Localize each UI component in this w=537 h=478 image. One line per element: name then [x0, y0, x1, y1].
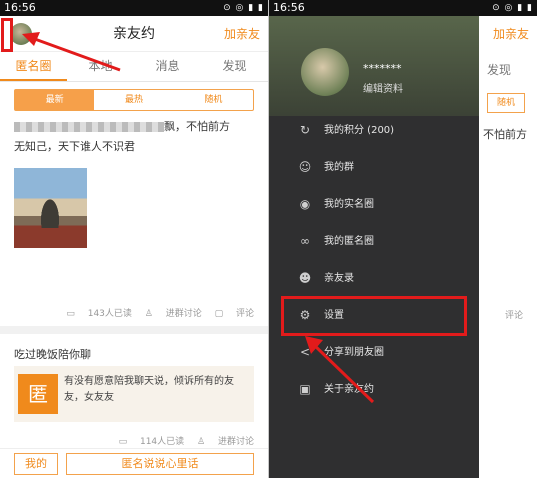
tab-discover[interactable]: 发现 — [487, 61, 511, 78]
menu-item-groups[interactable]: ☺ 我的群 — [269, 149, 479, 186]
menu-item-contacts[interactable]: ☻ 亲友录 — [269, 260, 479, 297]
comment-link[interactable]: 评论 — [505, 308, 523, 321]
points-icon: ↻ — [299, 123, 311, 137]
post-text-tail: 飘，不怕前方 — [164, 120, 230, 133]
add-friend-button[interactable]: 加亲友 — [493, 16, 529, 52]
add-friend-button[interactable]: 加亲友 — [224, 16, 260, 52]
comment-link[interactable]: ▢ 评论 — [215, 309, 254, 319]
status-icons: ⊙ ◎ ▮ ▮ — [492, 3, 533, 13]
feed-screen: 16:56 ⊙ ◎ ▮ ▮ 亲友约 加亲友 匿名圈 本地 消息 发现 最新 最热… — [0, 0, 268, 478]
status-icons: ⊙ ◎ ▮ ▮ — [223, 3, 264, 13]
post-card[interactable]: 匿 有没有愿意陪我聊天说，倾诉所有的友友，女友友 — [14, 366, 254, 422]
tab-discover[interactable]: 发现 — [201, 52, 268, 81]
status-time: 16:56 — [4, 1, 36, 14]
anonymous-badge: 匿 — [18, 374, 58, 414]
username: ******* — [363, 62, 402, 75]
anonymous-post-button[interactable]: 匿名说说心里话 — [66, 453, 254, 475]
annotation-arrow — [22, 32, 121, 72]
tab-messages[interactable]: 消息 — [134, 52, 201, 81]
drawer-screen: 16:56 ⊙ ◎ ▮ ▮ 加亲友 发现 随机 不怕前方 评论 ******* … — [269, 0, 537, 478]
menu-item-real-name-circle[interactable]: ◉ 我的实名圈 — [269, 186, 479, 223]
post-meta: ▭ 143人已读 ♙ 进群讨论 ▢ 评论 — [0, 306, 268, 319]
post-title[interactable]: 吃过晚饭陪你聊 — [14, 346, 91, 362]
eye-icon: ◉ — [299, 197, 311, 211]
read-count: ▭ 143人已读 — [66, 309, 132, 319]
post-meta: ▭ 114人已读 ♙ 进群讨论 — [0, 434, 268, 447]
menu-item-label: 我的群 — [324, 162, 354, 173]
post-text[interactable]: 飘，不怕前方 无知己，天下谁人不识君 — [0, 111, 268, 157]
status-bar: 16:56 ⊙ ◎ ▮ ▮ — [269, 0, 537, 16]
annotation-box — [1, 18, 13, 52]
filter-latest[interactable]: 最新 — [15, 90, 95, 110]
status-time: 16:56 — [273, 1, 305, 14]
menu-item-label: 我的实名圈 — [324, 199, 374, 210]
status-bar: 16:56 ⊙ ◎ ▮ ▮ — [0, 0, 268, 16]
annotation-arrow — [305, 336, 375, 404]
menu-item-label: 我的积分 (200) — [324, 125, 395, 136]
post-text-line2: 无知己，天下谁人不识君 — [14, 140, 135, 153]
edit-profile-link[interactable]: 编辑资料 — [363, 80, 403, 95]
menu-item-label: 我的匿名圈 — [324, 236, 374, 247]
bottom-bar: 我的 匿名说说心里话 — [0, 448, 268, 478]
contact-icon: ☻ — [298, 271, 312, 285]
post-text: 不怕前方 — [483, 128, 527, 141]
join-group-link[interactable]: ♙ 进群讨论 — [197, 437, 254, 447]
read-count: ▭ 114人已读 — [118, 437, 185, 447]
join-group-link[interactable]: ♙ 进群讨论 — [145, 309, 202, 319]
post-card-text: 有没有愿意陪我聊天说，倾诉所有的友友，女友友 — [64, 376, 234, 403]
menu-item-label: 亲友录 — [324, 273, 354, 284]
post-photo[interactable] — [14, 168, 87, 248]
fountain-image — [36, 188, 64, 228]
sort-filter: 最新 最热 随机 — [14, 89, 254, 111]
group-icon: ☺ — [298, 160, 312, 174]
avatar[interactable] — [301, 48, 349, 96]
glasses-icon: ∞ — [300, 234, 310, 248]
filter-hottest[interactable]: 最热 — [94, 90, 173, 110]
divider — [0, 326, 268, 334]
filter-random[interactable]: 随机 — [487, 93, 525, 113]
filter-random[interactable]: 随机 — [174, 90, 253, 110]
blurred-text — [14, 122, 164, 132]
mine-button[interactable]: 我的 — [14, 453, 58, 475]
menu-item-points[interactable]: ↻ 我的积分 (200) — [269, 112, 479, 149]
menu-item-anonymous-circle[interactable]: ∞ 我的匿名圈 — [269, 223, 479, 260]
